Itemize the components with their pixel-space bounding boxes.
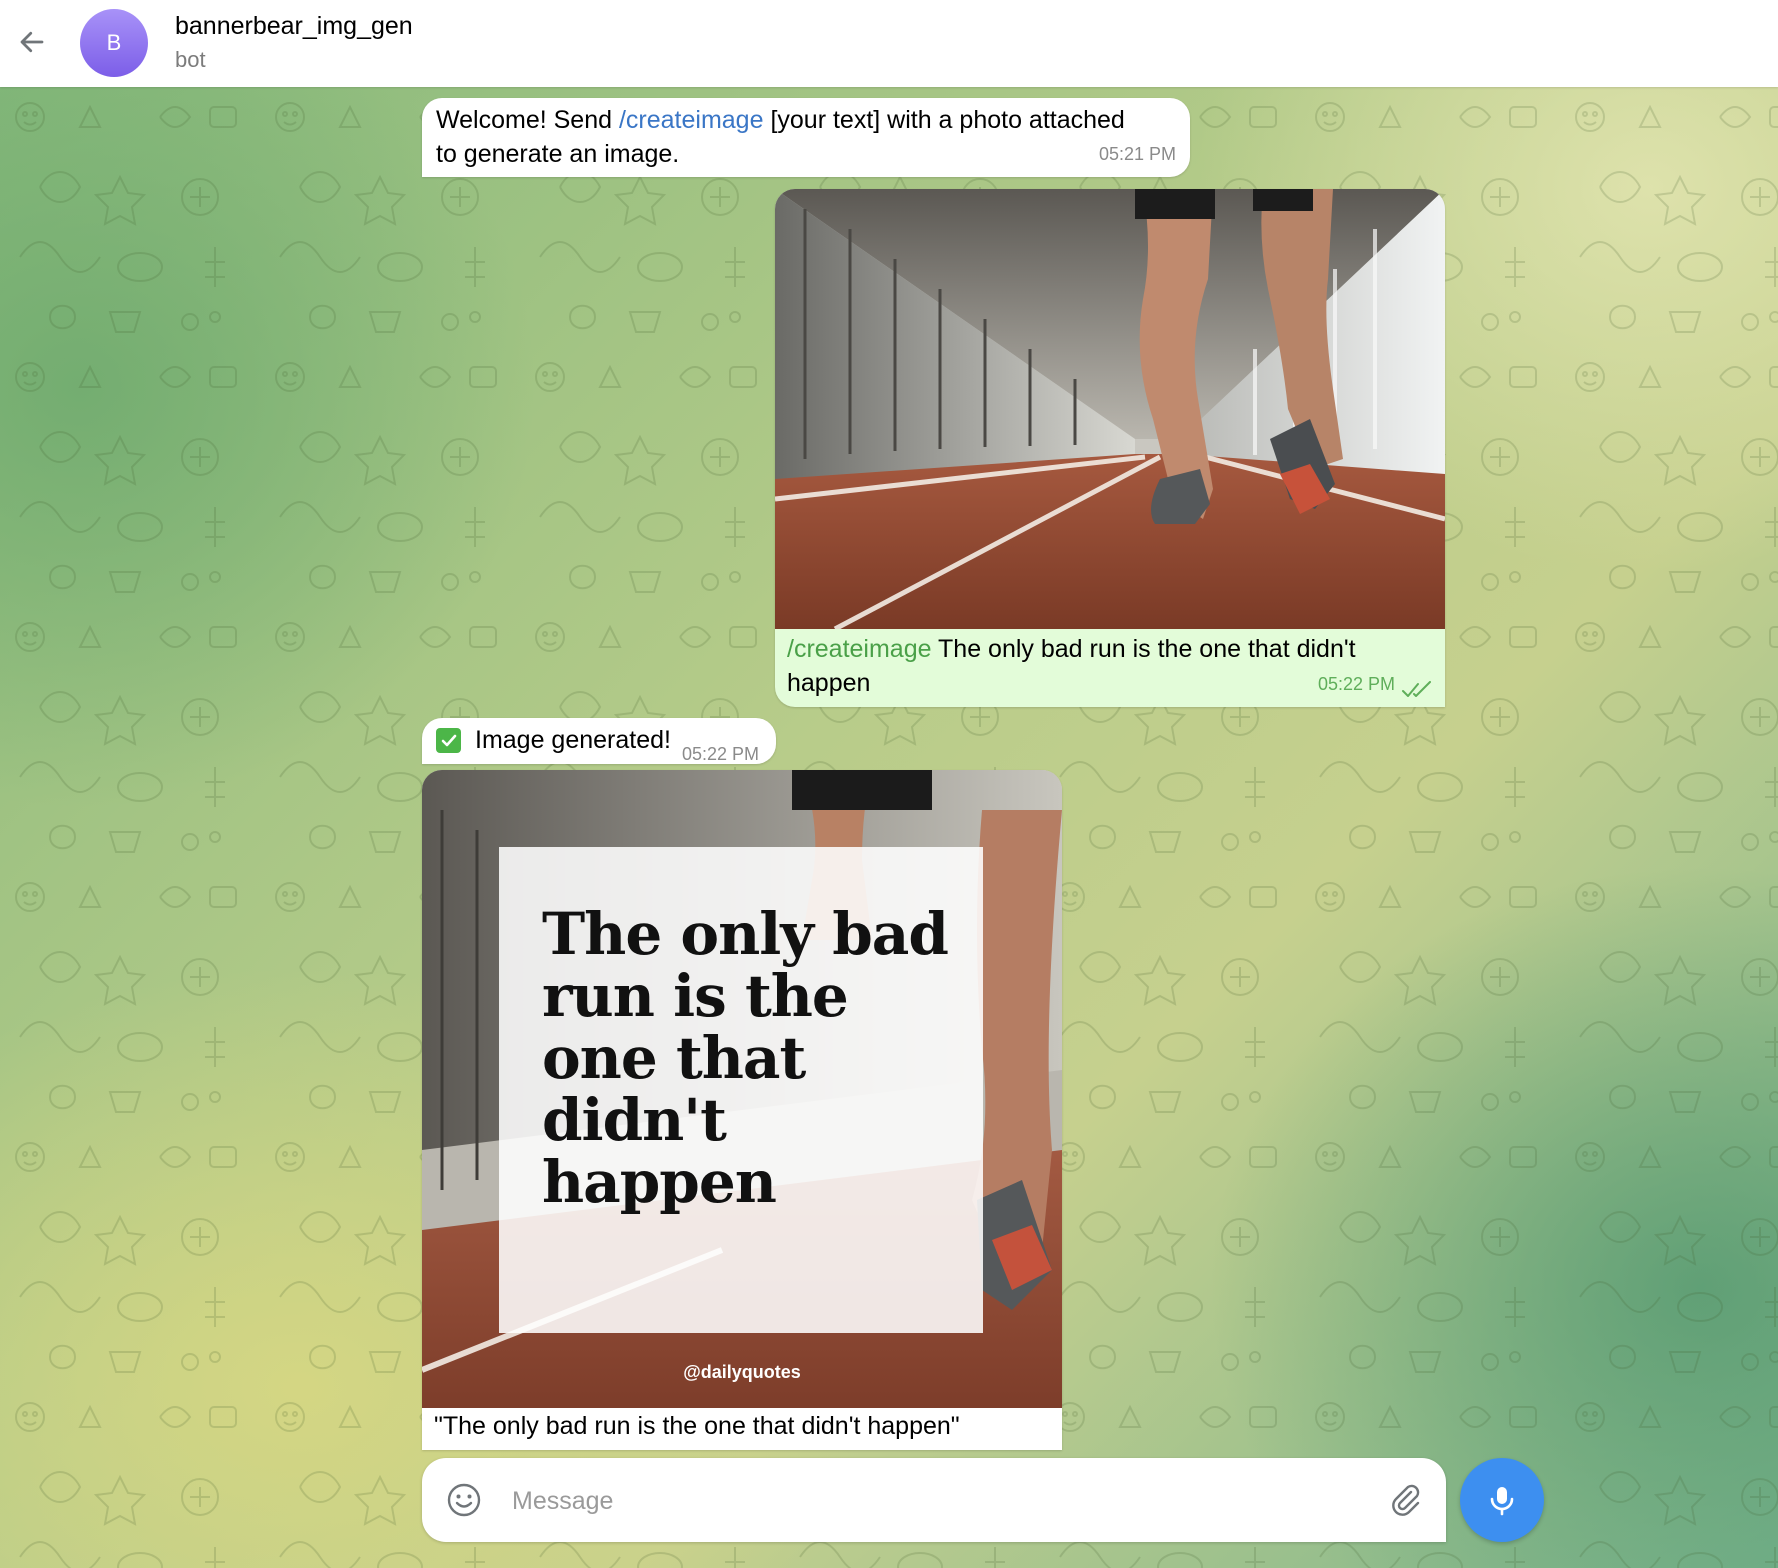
generated-image-caption: "The only bad run is the one that didn't… xyxy=(434,1412,960,1440)
generated-text: Image generated! xyxy=(475,726,671,754)
double-check-icon xyxy=(1402,681,1431,697)
image-generated-message: Image generated! 05:22 PM xyxy=(422,718,776,764)
welcome-text: Welcome! Send /createimage [your text] w… xyxy=(436,103,1126,171)
running-track-photo xyxy=(775,189,1445,629)
chat-status: bot xyxy=(175,47,206,72)
chat-header: B bannerbear_img_gen bot xyxy=(0,0,1778,87)
microphone-icon xyxy=(1490,1487,1514,1516)
photo-message: /createimage The only bad run is the one… xyxy=(775,189,1445,707)
quote-card: The only bad run is the one that didn't … xyxy=(499,847,983,1333)
message-time: 05:22 PM xyxy=(682,744,760,764)
quote-handle: @dailyquotes xyxy=(683,1362,801,1382)
generated-image[interactable]: The only bad run is the one that didn't … xyxy=(422,770,1062,1408)
welcome-message: Welcome! Send /createimage [your text] w… xyxy=(422,98,1190,177)
welcome-text-start: Welcome! Send xyxy=(436,106,619,134)
attached-photo[interactable] xyxy=(775,189,1445,629)
message-input[interactable] xyxy=(510,1478,1354,1524)
message-composer xyxy=(422,1458,1446,1542)
paperclip-icon[interactable] xyxy=(1384,1480,1424,1520)
microphone-button[interactable] xyxy=(1460,1458,1544,1542)
createimage-command-link[interactable]: /createimage xyxy=(619,106,764,134)
avatar-letter: B xyxy=(106,30,122,55)
avatar[interactable]: B xyxy=(80,9,148,77)
message-time: 05:22 PM xyxy=(1317,674,1395,694)
smile-icon[interactable] xyxy=(444,1480,484,1520)
quote-text: The only bad run is the one that didn't … xyxy=(542,900,949,1216)
chat-title[interactable]: bannerbear_img_gen xyxy=(175,12,413,41)
generated-image-message: The only bad run is the one that didn't … xyxy=(422,770,1062,1450)
message-time: 05:21 PM xyxy=(1098,144,1176,164)
createimage-command-link[interactable]: /createimage xyxy=(787,635,932,663)
back-button[interactable] xyxy=(12,22,52,62)
arrow-left-icon xyxy=(20,31,44,53)
check-mark-icon xyxy=(436,728,461,753)
